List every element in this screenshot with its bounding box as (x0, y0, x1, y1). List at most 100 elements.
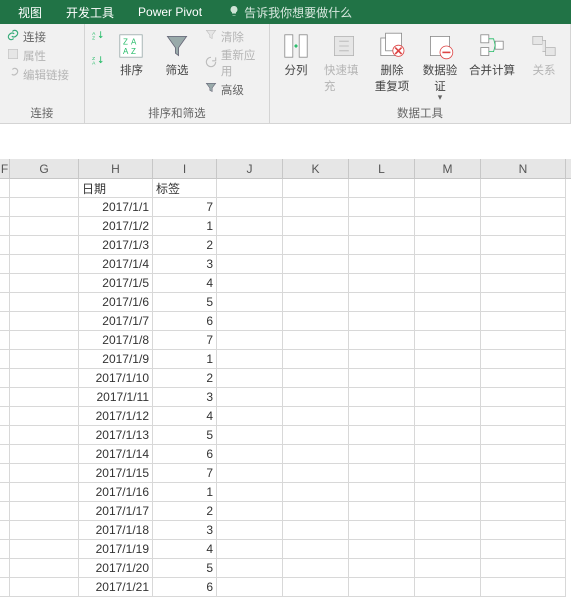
cell[interactable]: 2017/1/4 (79, 255, 153, 274)
cell[interactable] (10, 540, 79, 559)
cell[interactable] (0, 293, 10, 312)
btn-sort-desc[interactable]: ZA (91, 53, 105, 70)
cell[interactable] (10, 369, 79, 388)
cell[interactable] (10, 502, 79, 521)
cell[interactable]: 2017/1/11 (79, 388, 153, 407)
cell[interactable] (481, 578, 566, 597)
cell[interactable] (217, 388, 283, 407)
cell[interactable] (283, 350, 349, 369)
cell[interactable] (217, 293, 283, 312)
cell[interactable] (481, 255, 566, 274)
cell[interactable] (0, 483, 10, 502)
cell[interactable] (283, 293, 349, 312)
cell[interactable] (349, 483, 415, 502)
cell[interactable] (415, 255, 481, 274)
tab-power-pivot[interactable]: Power Pivot (126, 0, 214, 24)
cell[interactable] (481, 388, 566, 407)
cell[interactable] (283, 426, 349, 445)
cell[interactable] (10, 312, 79, 331)
cell[interactable] (349, 217, 415, 236)
cell[interactable]: 1 (153, 483, 217, 502)
cell[interactable] (481, 217, 566, 236)
cell[interactable] (0, 540, 10, 559)
cell[interactable] (283, 236, 349, 255)
cell[interactable]: 3 (153, 521, 217, 540)
cell[interactable] (0, 255, 10, 274)
cell[interactable] (217, 255, 283, 274)
btn-text-to-columns[interactable]: 分列 (276, 28, 316, 78)
cell[interactable] (283, 274, 349, 293)
cell[interactable] (0, 312, 10, 331)
cell[interactable] (349, 255, 415, 274)
cell[interactable]: 2017/1/8 (79, 331, 153, 350)
cell[interactable] (481, 521, 566, 540)
cell[interactable] (10, 236, 79, 255)
cell[interactable] (0, 217, 10, 236)
cell[interactable] (0, 407, 10, 426)
cell[interactable] (415, 559, 481, 578)
cell[interactable] (349, 407, 415, 426)
cell[interactable]: 2 (153, 236, 217, 255)
cell[interactable] (415, 464, 481, 483)
cell[interactable] (481, 198, 566, 217)
cell[interactable] (10, 445, 79, 464)
cell[interactable] (217, 198, 283, 217)
cell[interactable]: 2 (153, 502, 217, 521)
btn-sort-dialog[interactable]: ZAAZ 排序 (113, 28, 151, 78)
cell[interactable] (415, 217, 481, 236)
cell[interactable] (481, 236, 566, 255)
cell[interactable] (283, 483, 349, 502)
cell[interactable] (283, 521, 349, 540)
cell[interactable] (0, 388, 10, 407)
cell[interactable]: 4 (153, 407, 217, 426)
cell[interactable] (283, 540, 349, 559)
cell[interactable] (283, 255, 349, 274)
cell[interactable] (481, 502, 566, 521)
cell[interactable] (283, 407, 349, 426)
cell[interactable] (10, 464, 79, 483)
cell[interactable] (481, 407, 566, 426)
cell[interactable] (283, 369, 349, 388)
cell[interactable] (10, 293, 79, 312)
cell[interactable]: 2 (153, 369, 217, 388)
cell[interactable] (0, 426, 10, 445)
cell[interactable] (217, 331, 283, 350)
cell[interactable]: 6 (153, 445, 217, 464)
cell[interactable]: 1 (153, 217, 217, 236)
cell[interactable]: 2017/1/10 (79, 369, 153, 388)
tab-developer[interactable]: 开发工具 (54, 0, 126, 24)
tell-me-box[interactable]: 告诉我你想要做什么 (214, 4, 352, 21)
cell[interactable]: 2017/1/18 (79, 521, 153, 540)
cell[interactable]: 2017/1/9 (79, 350, 153, 369)
cell[interactable] (0, 369, 10, 388)
cell[interactable] (415, 388, 481, 407)
cell[interactable]: 2017/1/6 (79, 293, 153, 312)
cell[interactable] (217, 464, 283, 483)
cell[interactable] (217, 369, 283, 388)
cell[interactable] (10, 350, 79, 369)
cell[interactable] (217, 521, 283, 540)
cell[interactable] (415, 426, 481, 445)
col-header-M[interactable]: M (415, 159, 481, 178)
cell[interactable]: 日期 (79, 179, 153, 198)
cell[interactable] (0, 179, 10, 198)
cell[interactable] (415, 540, 481, 559)
cell[interactable] (415, 331, 481, 350)
cell[interactable] (283, 559, 349, 578)
cell[interactable] (217, 578, 283, 597)
cell[interactable] (481, 483, 566, 502)
cell[interactable] (349, 578, 415, 597)
cell[interactable]: 3 (153, 388, 217, 407)
cell[interactable] (217, 483, 283, 502)
cell[interactable] (481, 331, 566, 350)
cell[interactable] (217, 426, 283, 445)
cell[interactable] (0, 331, 10, 350)
btn-connections[interactable]: 连接 (6, 28, 69, 45)
cell[interactable] (481, 369, 566, 388)
cell[interactable] (283, 445, 349, 464)
cell[interactable] (349, 274, 415, 293)
cell[interactable] (10, 217, 79, 236)
cell[interactable] (10, 274, 79, 293)
cell[interactable] (415, 369, 481, 388)
cell[interactable] (415, 445, 481, 464)
